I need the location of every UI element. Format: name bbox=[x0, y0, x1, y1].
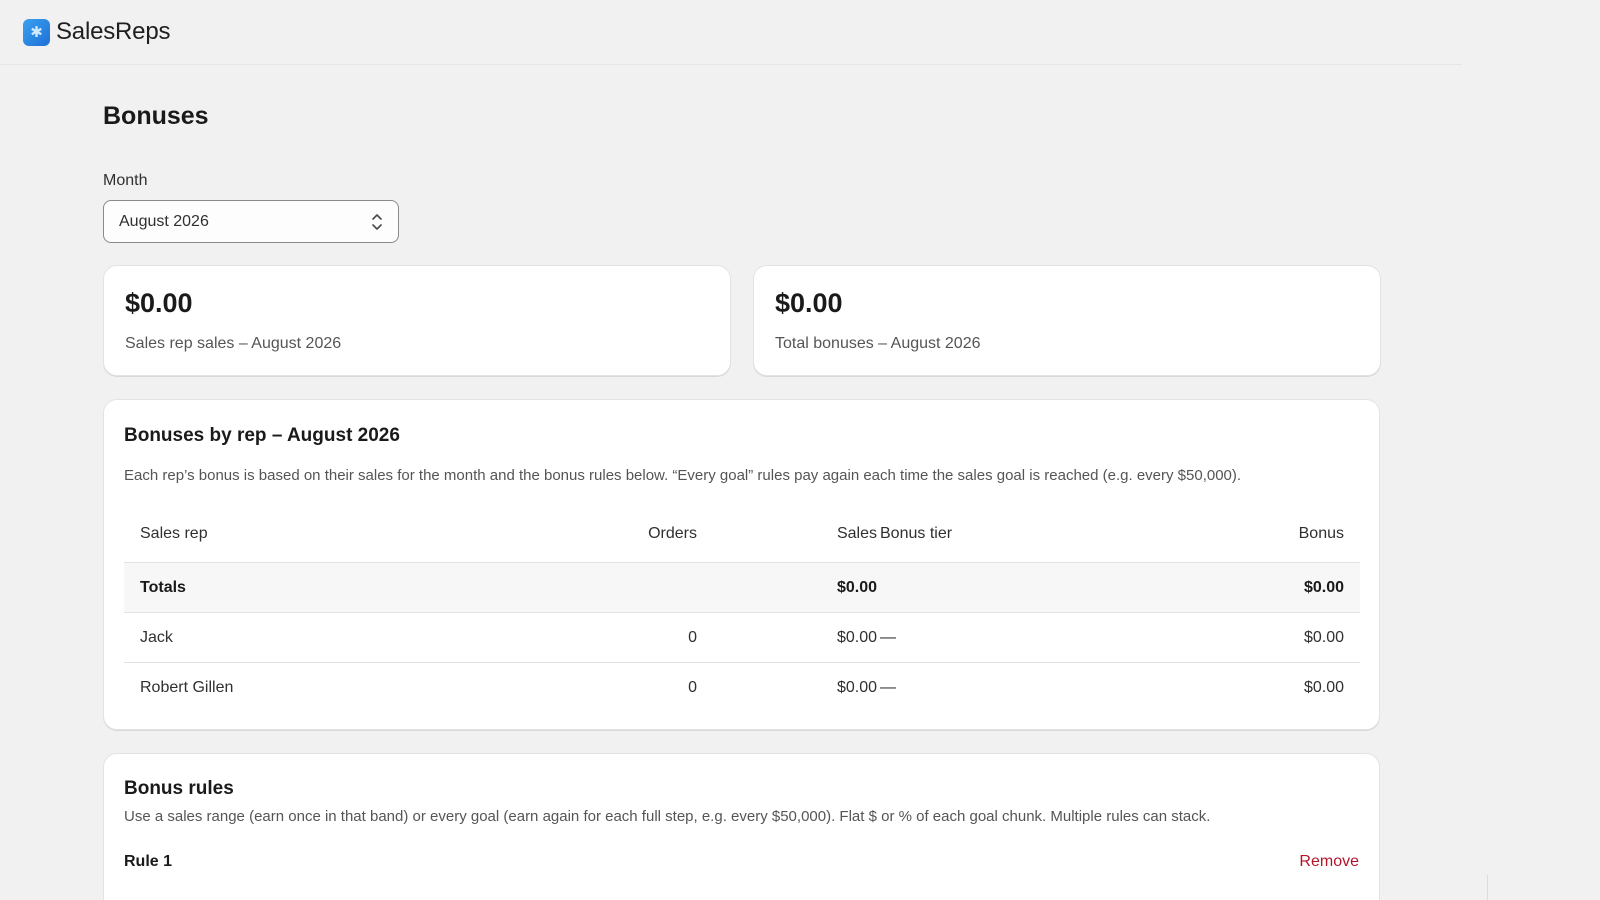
rep-sales: $0.00 bbox=[836, 679, 877, 696]
bonuses-by-rep-description: Each rep’s bonus is based on their sales… bbox=[124, 467, 1242, 484]
totals-label: Totals bbox=[140, 579, 186, 596]
bonus-rules-description: Use a sales range (earn once in that ban… bbox=[124, 808, 1211, 825]
top-bar: ✱ SalesReps bbox=[0, 0, 1462, 65]
totals-bonus: $0.00 bbox=[1303, 579, 1344, 596]
table-row: Robert Gillen 0 $0.00 — $0.00 bbox=[124, 662, 1360, 712]
rep-bonus: $0.00 bbox=[1303, 629, 1344, 646]
rep-orders: 0 bbox=[688, 629, 697, 646]
page-title: Bonuses bbox=[103, 102, 209, 130]
column-header-rep: Sales rep bbox=[140, 525, 208, 542]
totals-row: Totals $0.00 $0.00 bbox=[124, 562, 1360, 612]
bonus-stat-card: $0.00 Total bonuses – August 2026 bbox=[753, 265, 1381, 376]
bonus-rules-title: Bonus rules bbox=[124, 778, 234, 799]
column-header-tier: Bonus tier bbox=[880, 525, 953, 542]
stat-value: $0.00 bbox=[125, 288, 193, 318]
totals-sales: $0.00 bbox=[836, 579, 877, 596]
rep-tier: — bbox=[880, 679, 896, 696]
rep-tier: — bbox=[880, 629, 896, 646]
month-select[interactable]: August 2026 bbox=[103, 200, 399, 243]
remove-rule-button[interactable]: Remove bbox=[1299, 853, 1359, 871]
divider bbox=[1487, 875, 1488, 900]
column-header-orders: Orders bbox=[648, 525, 697, 542]
column-header-sales: Sales bbox=[836, 525, 877, 542]
table-header: Sales rep Orders Sales Bonus tier Bonus bbox=[124, 506, 1360, 562]
app-name: SalesReps bbox=[56, 18, 171, 45]
column-header-bonus: Bonus bbox=[1298, 525, 1344, 542]
stat-value: $0.00 bbox=[775, 288, 843, 318]
bonus-rules-card bbox=[103, 753, 1380, 900]
rep-bonus: $0.00 bbox=[1303, 679, 1344, 696]
month-select-value: August 2026 bbox=[119, 212, 209, 230]
stat-caption: Total bonuses – August 2026 bbox=[775, 335, 981, 352]
sales-logo-icon: ✱ bbox=[23, 18, 50, 46]
chevron-up-down-icon bbox=[372, 214, 382, 230]
rep-sales: $0.00 bbox=[836, 629, 877, 646]
table-row: Jack 0 $0.00 — $0.00 bbox=[124, 612, 1360, 662]
rep-name: Robert Gillen bbox=[140, 679, 234, 696]
rep-name: Jack bbox=[140, 629, 173, 646]
bonuses-by-rep-title: Bonuses by rep – August 2026 bbox=[124, 425, 400, 446]
sales-stat-card: $0.00 Sales rep sales – August 2026 bbox=[103, 265, 731, 376]
rule-label: Rule 1 bbox=[124, 853, 173, 870]
stat-caption: Sales rep sales – August 2026 bbox=[125, 335, 342, 352]
month-label: Month bbox=[103, 172, 148, 189]
rep-orders: 0 bbox=[688, 679, 697, 696]
